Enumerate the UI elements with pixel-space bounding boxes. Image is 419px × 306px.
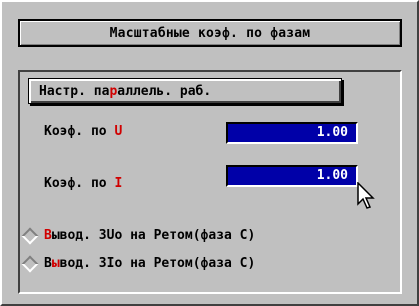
mouse-pointer-icon [357,182,375,209]
coef-u-value: 1.00 [316,125,348,140]
coef-u-phase: U [114,124,123,139]
option-3uo-hotkey: В [44,228,52,243]
coef-i-value: 1.00 [316,168,348,183]
parallel-work-settings-button[interactable]: Настр. па р аллель. раб. [28,78,342,104]
option-3io-first: В [44,256,52,271]
coef-u-prefix: Коэф. по [44,124,115,139]
coef-u-input[interactable]: 1.00 [226,122,358,144]
button-label-before: Настр. па [39,83,110,99]
option-3io-label: вод. 3Io на Ретом(фаза С) [59,256,256,271]
button-hotkey: р [109,83,118,99]
button-label-after: аллель. раб. [117,83,212,99]
option-output-3uo[interactable]: Вывод. 3Uo на Ретом(фаза С) [21,227,256,244]
coef-i-input[interactable]: 1.00 [226,165,358,187]
option-3uo-label: ывод. 3Uo на Ретом(фаза С) [51,228,256,243]
radio-diamond-icon[interactable] [21,227,39,244]
coef-u-label: Коэф. по U [44,124,122,139]
coef-i-prefix: Коэф. по [44,176,115,191]
dialog-title-text: Масштабные коэф. по фазам [109,25,311,41]
coef-i-phase: I [114,176,123,191]
radio-diamond-icon[interactable] [21,255,39,272]
option-output-3io[interactable]: Вы вод. 3Io на Ретом(фаза С) [21,255,256,272]
dialog-title: Масштабные коэф. по фазам [18,19,402,47]
coef-i-label: Коэф. по I [44,176,122,191]
option-3io-hotkey: ы [51,256,60,271]
